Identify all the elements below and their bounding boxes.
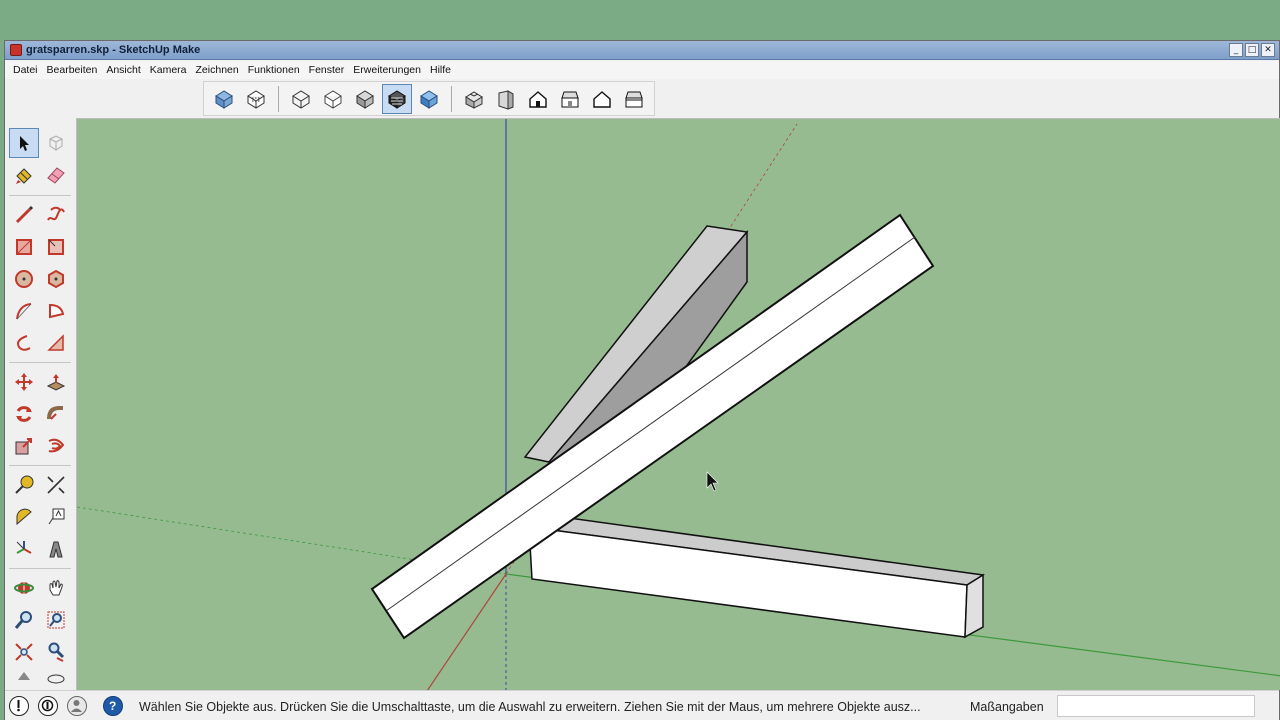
menu-hilfe[interactable]: Hilfe: [426, 61, 456, 79]
credits-icon[interactable]: [38, 696, 58, 716]
shaded-icon[interactable]: [350, 84, 380, 114]
menu-kamera[interactable]: Kamera: [146, 61, 192, 79]
back-edges-icon[interactable]: [241, 84, 271, 114]
scale-icon[interactable]: [9, 431, 39, 461]
select-icon[interactable]: [9, 128, 39, 158]
circle-icon[interactable]: [9, 264, 39, 294]
axes-icon[interactable]: [9, 534, 39, 564]
styles-views-toolbar: [203, 81, 655, 116]
zoom-window-icon[interactable]: [41, 605, 71, 635]
line-icon[interactable]: [9, 200, 39, 230]
back-view-icon[interactable]: [587, 84, 617, 114]
tape-measure-icon[interactable]: [9, 470, 39, 500]
top-view-icon[interactable]: [491, 84, 521, 114]
hidden-line-icon[interactable]: [318, 84, 348, 114]
orbit-icon[interactable]: [9, 573, 39, 603]
pan-icon[interactable]: [41, 573, 71, 603]
rotated-rectangle-icon[interactable]: [41, 232, 71, 262]
x-ray-icon[interactable]: [209, 84, 239, 114]
walk-icon[interactable]: [41, 637, 71, 667]
push-pull-icon[interactable]: [41, 367, 71, 397]
menu-bearbeiten[interactable]: Bearbeiten: [43, 61, 103, 79]
right-view-icon[interactable]: [555, 84, 585, 114]
tool-palette: [5, 120, 76, 690]
paint-bucket-icon[interactable]: [9, 160, 39, 190]
text-icon[interactable]: [41, 502, 71, 532]
eraser-icon[interactable]: [41, 160, 71, 190]
shaded-textures-icon[interactable]: [382, 83, 412, 114]
menu-datei[interactable]: Datei: [9, 61, 43, 79]
polygon-icon[interactable]: [41, 264, 71, 294]
three-point-arc-icon[interactable]: [41, 328, 71, 358]
two-point-arc-icon[interactable]: [9, 328, 39, 358]
svg-text:?: ?: [109, 699, 116, 713]
measurements-input[interactable]: [1057, 695, 1255, 717]
left-view-icon[interactable]: [619, 84, 649, 114]
component-icon[interactable]: [41, 128, 71, 158]
rectangle-icon[interactable]: [9, 232, 39, 262]
monochrome-icon[interactable]: [414, 84, 444, 114]
measurements-label: Maßangaben: [970, 700, 1044, 714]
title-bar: gratsparren.skp - SketchUp Make _ □ ✕: [5, 41, 1279, 60]
mouse-cursor: [706, 471, 719, 492]
status-message: Wählen Sie Objekte aus. Drücken Sie die …: [139, 700, 921, 714]
3d-text-icon[interactable]: [41, 534, 71, 564]
pie-icon[interactable]: [41, 296, 71, 326]
maximize-button[interactable]: □: [1245, 43, 1259, 57]
help-icon[interactable]: ?: [103, 696, 123, 716]
drawing-area[interactable]: [76, 118, 1280, 690]
zoom-icon[interactable]: [9, 605, 39, 635]
iso-view-icon[interactable]: [459, 84, 489, 114]
follow-me-icon[interactable]: [41, 399, 71, 429]
user-icon[interactable]: [67, 696, 87, 716]
freehand-icon[interactable]: [41, 200, 71, 230]
menu-ansicht[interactable]: Ansicht: [102, 61, 145, 79]
rotate-icon[interactable]: [9, 399, 39, 429]
close-button[interactable]: ✕: [1261, 43, 1275, 57]
move-icon[interactable]: [9, 367, 39, 397]
wireframe-icon[interactable]: [286, 84, 316, 114]
menu-zeichnen[interactable]: Zeichnen: [192, 61, 244, 79]
status-bar: ? Wählen Sie Objekte aus. Drücken Sie di…: [5, 690, 1279, 720]
zoom-extents-icon[interactable]: [9, 637, 39, 667]
offset-icon[interactable]: [41, 431, 71, 461]
lower-rafter: [528, 516, 986, 639]
menu-erweiterungen[interactable]: Erweiterungen: [349, 61, 426, 79]
arc-icon[interactable]: [9, 296, 39, 326]
sketchup-window: gratsparren.skp - SketchUp Make _ □ ✕ Da…: [4, 40, 1280, 720]
minimize-button[interactable]: _: [1229, 43, 1243, 57]
dimension-icon[interactable]: [41, 470, 71, 500]
menu-funktionen[interactable]: Funktionen: [244, 61, 305, 79]
look-around-icon[interactable]: [41, 669, 71, 689]
menu-fenster[interactable]: Fenster: [305, 61, 350, 79]
front-view-icon[interactable]: [523, 84, 553, 114]
position-camera-icon[interactable]: [9, 669, 39, 689]
menu-bar: Datei Bearbeiten Ansicht Kamera Zeichnen…: [5, 61, 1279, 79]
window-title: gratsparren.skp - SketchUp Make: [26, 44, 201, 56]
protractor-icon[interactable]: [9, 502, 39, 532]
sketchup-logo-icon: [10, 44, 22, 56]
geo-location-icon[interactable]: [9, 696, 29, 716]
